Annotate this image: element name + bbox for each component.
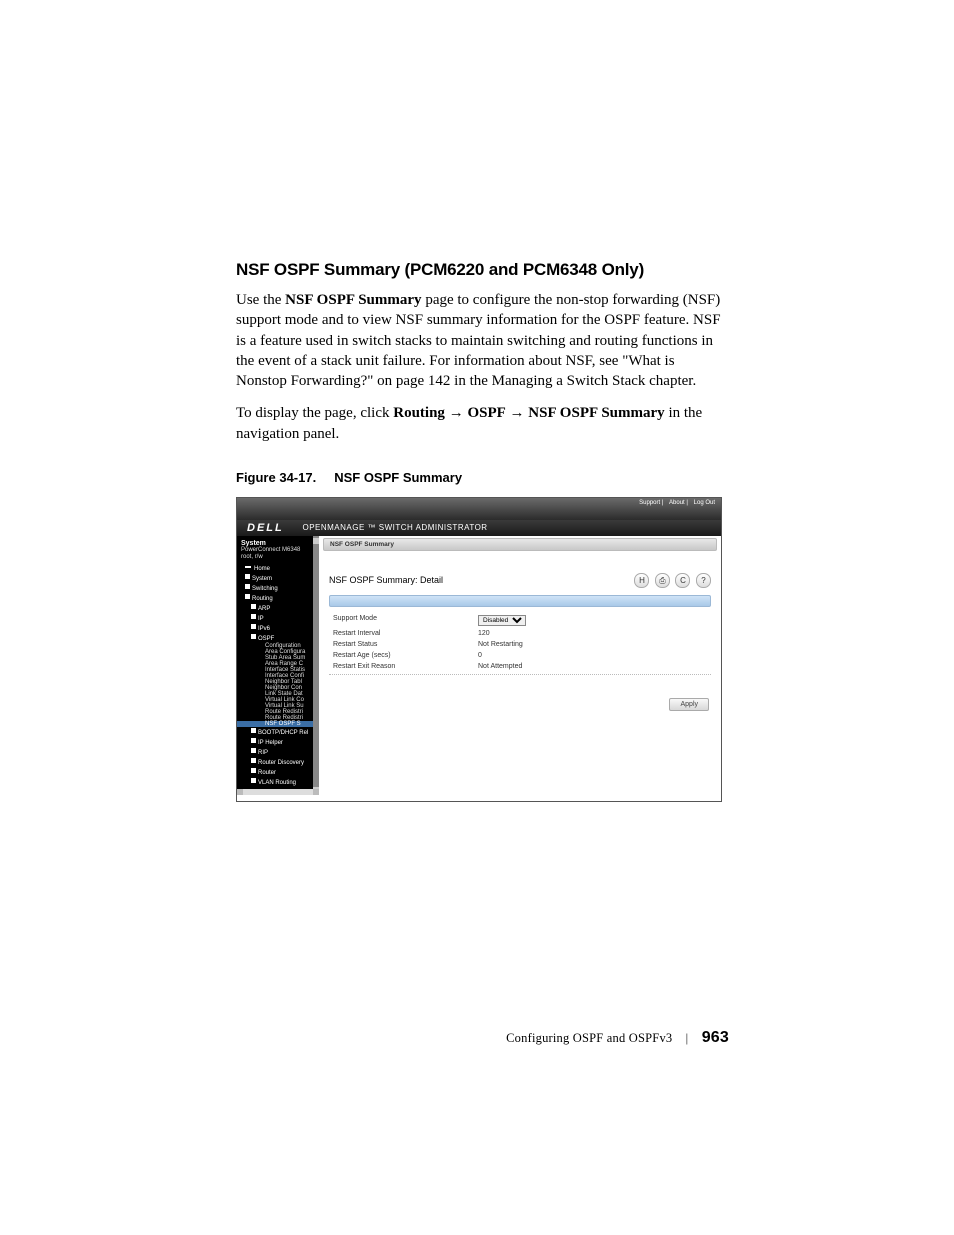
- help-icon[interactable]: ?: [696, 573, 711, 588]
- label: Support Mode: [333, 615, 478, 626]
- label: Restart Exit Reason: [333, 663, 478, 670]
- field-restart-exit: Restart Exit Reason Not Attempted: [323, 661, 717, 672]
- arrow-icon: →: [445, 405, 468, 421]
- figure-number: Figure 34-17.: [236, 470, 316, 485]
- footer-title: Configuring OSPF and OSPFv3: [506, 1031, 672, 1045]
- paragraph-2: To display the page, click Routing → OSP…: [236, 403, 729, 444]
- nav-routing-node[interactable]: Routing: [237, 593, 319, 603]
- nav-home[interactable]: Home: [237, 565, 319, 573]
- content-pane: NSF OSPF Summary NSF OSPF Summary: Detai…: [319, 536, 721, 795]
- about-link[interactable]: About: [669, 500, 685, 506]
- horizontal-scrollbar[interactable]: [237, 789, 319, 795]
- paragraph-1: Use the NSF OSPF Summary page to configu…: [236, 290, 729, 391]
- toolbar-icons: H ⎙ C ?: [631, 573, 711, 588]
- text: Use the: [236, 292, 285, 308]
- nav-router[interactable]: Router: [237, 767, 319, 777]
- navigation-tree[interactable]: System PowerConnect M6348 root, r/w Home…: [237, 536, 319, 795]
- field-restart-interval: Restart Interval 120: [323, 628, 717, 639]
- bold-term: NSF OSPF Summary: [285, 292, 421, 308]
- detail-title-bar: NSF OSPF Summary: Detail H ⎙ C ?: [323, 571, 717, 595]
- nav-switching-node[interactable]: Switching: [237, 583, 319, 593]
- print-icon[interactable]: ⎙: [655, 573, 670, 588]
- product-title: OPENMANAGE ™ SWITCH ADMINISTRATOR: [302, 523, 487, 532]
- nav-path-routing: Routing: [393, 405, 445, 421]
- figure-caption: Figure 34-17. NSF OSPF Summary: [236, 470, 729, 485]
- save-icon[interactable]: H: [634, 573, 649, 588]
- nav-ip[interactable]: IP: [237, 613, 319, 623]
- label: Restart Age (secs): [333, 652, 478, 659]
- support-link[interactable]: Support: [639, 500, 660, 506]
- section-header-bar: [329, 595, 711, 607]
- field-support-mode: Support Mode Disabled: [323, 613, 717, 628]
- support-mode-select[interactable]: Disabled: [478, 615, 526, 626]
- nav-system-node[interactable]: System: [237, 573, 319, 583]
- value: 0: [478, 652, 482, 659]
- nav-bootp[interactable]: BOOTP/DHCP Rel: [237, 727, 319, 737]
- screenshot-frame: Support | About | Log Out DELL OPENMANAG…: [236, 497, 722, 802]
- document-page: NSF OSPF Summary (PCM6220 and PCM6348 On…: [0, 0, 954, 1235]
- nav-ipv6[interactable]: IPv6: [237, 623, 319, 633]
- nav-rip[interactable]: RIP: [237, 747, 319, 757]
- page-title: NSF OSPF Summary: Detail: [329, 575, 443, 585]
- button-row: Apply: [323, 677, 717, 711]
- value: 120: [478, 630, 490, 637]
- page-number: 963: [702, 1029, 729, 1046]
- top-links-bar: Support | About | Log Out: [237, 498, 721, 520]
- refresh-icon[interactable]: C: [675, 573, 690, 588]
- figure-title: NSF OSPF Summary: [334, 470, 462, 485]
- section-heading: NSF OSPF Summary (PCM6220 and PCM6348 On…: [236, 260, 729, 280]
- label: Restart Status: [333, 641, 478, 648]
- text: To display the page, click: [236, 405, 393, 421]
- arrow-icon: →: [506, 405, 529, 421]
- field-restart-age: Restart Age (secs) 0: [323, 650, 717, 661]
- nav-iphelper[interactable]: IP Helper: [237, 737, 319, 747]
- value: Not Attempted: [478, 663, 522, 670]
- footer-separator: |: [686, 1031, 689, 1045]
- nav-ospf[interactable]: OSPF: [237, 633, 319, 643]
- nav-path-ospf: OSPF: [467, 405, 505, 421]
- nav-rdisc[interactable]: Router Discovery: [237, 757, 319, 767]
- dell-logo: DELL: [247, 522, 284, 534]
- nav-system-label: System: [237, 536, 319, 547]
- nav-model: PowerConnect M6348: [237, 547, 319, 554]
- nav-vlan[interactable]: VLAN Routing: [237, 777, 319, 787]
- apply-button[interactable]: Apply: [669, 698, 709, 711]
- screenshot-body: System PowerConnect M6348 root, r/w Home…: [237, 536, 721, 795]
- nav-arp[interactable]: ARP: [237, 603, 319, 613]
- field-restart-status: Restart Status Not Restarting: [323, 639, 717, 650]
- value: Not Restarting: [478, 641, 523, 648]
- brand-bar: DELL OPENMANAGE ™ SWITCH ADMINISTRATOR: [237, 520, 721, 536]
- breadcrumb: NSF OSPF Summary: [323, 538, 717, 551]
- logout-link[interactable]: Log Out: [694, 500, 715, 506]
- page-footer: Configuring OSPF and OSPFv3 | 963: [506, 1029, 729, 1047]
- label: Restart Interval: [333, 630, 478, 637]
- nav-user: root, r/w: [237, 554, 319, 561]
- nav-path-nsf: NSF OSPF Summary: [528, 405, 664, 421]
- divider: [329, 674, 711, 675]
